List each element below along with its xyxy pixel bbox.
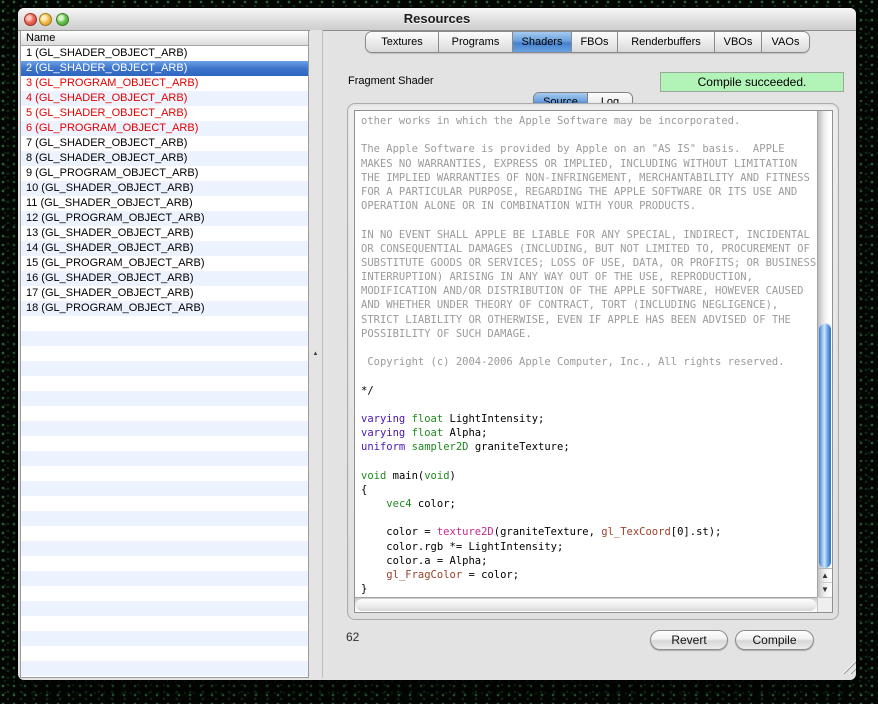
list-item[interactable]: 2 (GL_SHADER_OBJECT_ARB) (21, 61, 308, 76)
list-item[interactable]: 7 (GL_SHADER_OBJECT_ARB) (21, 136, 308, 151)
tab-vbos[interactable]: VBOs (715, 32, 762, 52)
list-rows: 1 (GL_SHADER_OBJECT_ARB)2 (GL_SHADER_OBJ… (21, 46, 308, 316)
resource-list: Name 1 (GL_SHADER_OBJECT_ARB)2 (GL_SHADE… (20, 30, 309, 678)
desktop: { "window": { "title": "Resources" }, "s… (0, 0, 878, 704)
list-item[interactable]: 5 (GL_SHADER_OBJECT_ARB) (21, 106, 308, 121)
window-title: Resources (18, 11, 856, 26)
shader-type-label: Fragment Shader (348, 75, 434, 87)
resources-window: Resources Name 1 (GL_SHADER_OBJECT_ARB)2… (18, 8, 856, 680)
list-item[interactable]: 14 (GL_SHADER_OBJECT_ARB) (21, 241, 308, 256)
list-item[interactable]: 6 (GL_PROGRAM_OBJECT_ARB) (21, 121, 308, 136)
list-item[interactable]: 12 (GL_PROGRAM_OBJECT_ARB) (21, 211, 308, 226)
vertical-scrollbar-thumb[interactable] (819, 323, 831, 568)
list-item[interactable]: 18 (GL_PROGRAM_OBJECT_ARB) (21, 301, 308, 316)
source-editor: other works in which the Apple Software … (354, 110, 833, 613)
window-resize-grip[interactable] (841, 659, 856, 674)
panel-divider (322, 30, 323, 678)
name-column-header[interactable]: Name (21, 31, 308, 46)
compile-status-badge: Compile succeeded. (660, 72, 844, 92)
tab-shaders[interactable]: Shaders (513, 32, 572, 52)
list-item[interactable]: 10 (GL_SHADER_OBJECT_ARB) (21, 181, 308, 196)
scroll-indicator-icon: ▲ (310, 350, 321, 358)
list-item[interactable]: 16 (GL_SHADER_OBJECT_ARB) (21, 271, 308, 286)
vertical-scrollbar-track[interactable]: ▲ ▼ (817, 111, 832, 597)
shader-source-groupbox: other works in which the Apple Software … (347, 103, 839, 620)
list-item[interactable]: 11 (GL_SHADER_OBJECT_ARB) (21, 196, 308, 211)
list-item[interactable]: 8 (GL_SHADER_OBJECT_ARB) (21, 151, 308, 166)
list-item[interactable]: 13 (GL_SHADER_OBJECT_ARB) (21, 226, 308, 241)
scroll-up-arrow-icon[interactable]: ▲ (818, 568, 832, 583)
horizontal-scrollbar-thumb[interactable] (356, 599, 816, 611)
tab-textures[interactable]: Textures (366, 32, 439, 52)
scroll-down-arrow-icon[interactable]: ▼ (818, 582, 832, 597)
list-item[interactable]: 1 (GL_SHADER_OBJECT_ARB) (21, 46, 308, 61)
compile-button[interactable]: Compile (735, 630, 814, 650)
horizontal-scrollbar-track[interactable] (355, 597, 817, 612)
list-item[interactable]: 4 (GL_SHADER_OBJECT_ARB) (21, 91, 308, 106)
list-filler-stripes (21, 316, 308, 677)
line-count-label: 62 (346, 630, 359, 644)
tab-renderbuffers[interactable]: Renderbuffers (618, 32, 715, 52)
titlebar[interactable]: Resources (18, 8, 856, 31)
tab-vaos[interactable]: VAOs (762, 32, 809, 52)
list-item[interactable]: 3 (GL_PROGRAM_OBJECT_ARB) (21, 76, 308, 91)
tab-fbos[interactable]: FBOs (572, 32, 618, 52)
revert-button[interactable]: Revert (650, 630, 728, 650)
resource-type-tabs: TexturesProgramsShadersFBOsRenderbuffers… (365, 31, 810, 53)
list-item[interactable]: 17 (GL_SHADER_OBJECT_ARB) (21, 286, 308, 301)
list-item[interactable]: 15 (GL_PROGRAM_OBJECT_ARB) (21, 256, 308, 271)
tab-programs[interactable]: Programs (439, 32, 513, 52)
source-text[interactable]: other works in which the Apple Software … (355, 111, 817, 597)
scrollbar-corner (817, 597, 832, 612)
list-item[interactable]: 9 (GL_PROGRAM_OBJECT_ARB) (21, 166, 308, 181)
